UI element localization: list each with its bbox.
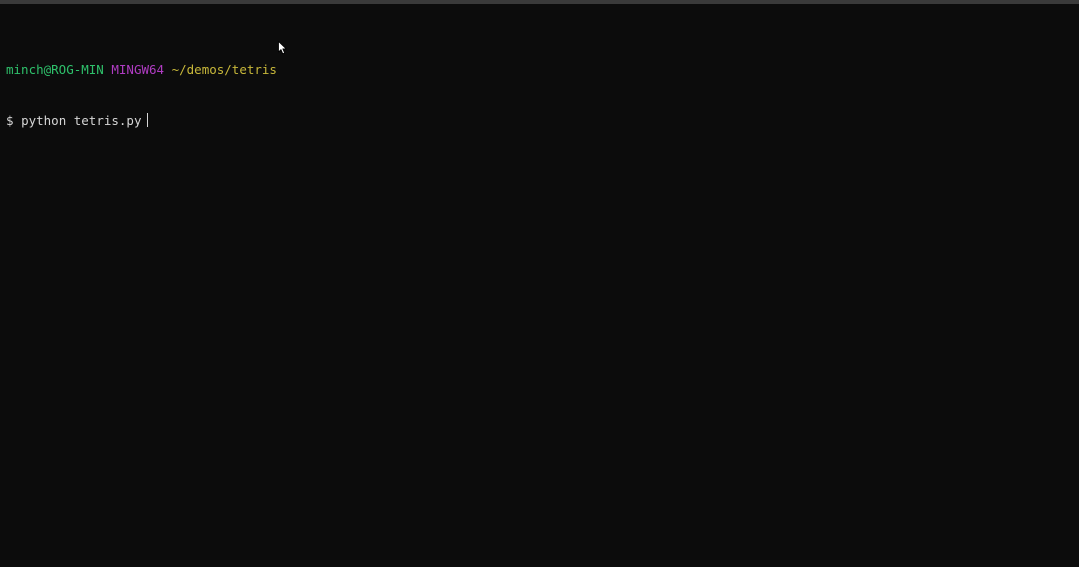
text-caret bbox=[147, 113, 149, 127]
prompt-symbol: $ bbox=[6, 113, 14, 128]
terminal-output[interactable]: minch@ROG-MIN MINGW64 ~/demos/tetris $ p… bbox=[6, 27, 277, 163]
mouse-pointer-icon bbox=[278, 41, 287, 55]
prompt-cwd: ~/demos/tetris bbox=[171, 62, 277, 77]
command-line[interactable]: $ python tetris.py bbox=[6, 112, 277, 129]
command-text[interactable]: python tetris.py bbox=[21, 113, 141, 128]
prompt-user-host: minch@ROG-MIN bbox=[6, 62, 104, 77]
prompt-system: MINGW64 bbox=[111, 62, 165, 77]
terminal-window[interactable]: minch@ROG-MIN MINGW64 ~/demos/tetris $ p… bbox=[0, 0, 1079, 567]
window-top-border bbox=[0, 0, 1079, 4]
prompt-line: minch@ROG-MIN MINGW64 ~/demos/tetris bbox=[6, 61, 277, 78]
